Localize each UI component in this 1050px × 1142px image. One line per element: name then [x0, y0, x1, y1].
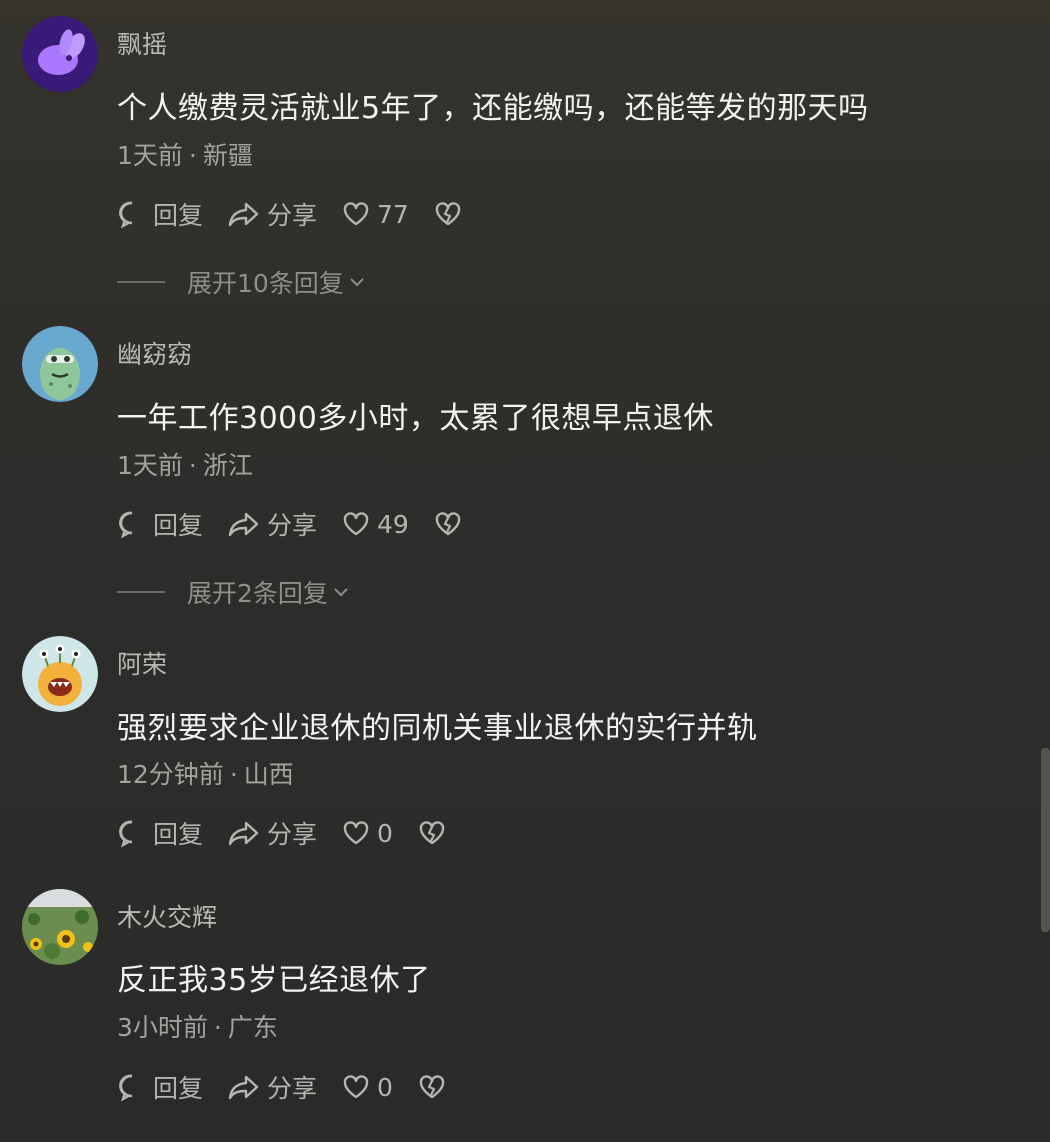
like-button[interactable]: 49	[341, 509, 409, 539]
scrollbar[interactable]	[1041, 748, 1050, 932]
like-button[interactable]: 0	[341, 818, 393, 848]
dislike-button[interactable]	[417, 1072, 453, 1102]
dislike-button[interactable]	[433, 199, 469, 229]
reply-label: 回复	[153, 201, 204, 230]
share-icon	[228, 1075, 259, 1100]
purple-rabbit-avatar-icon	[22, 16, 98, 92]
heart-icon	[343, 512, 369, 536]
comment-text: 强烈要求企业退休的同机关事业退休的实行并轨	[117, 711, 758, 746]
comment-meta: 3小时前 · 广东	[117, 1008, 278, 1044]
username[interactable]: 飘摇	[117, 25, 167, 61]
username[interactable]: 木火交辉	[117, 898, 217, 934]
comment-text: 一年工作3000多小时，太累了很想早点退休	[117, 401, 714, 436]
heart-icon	[343, 821, 369, 845]
like-count: 0	[377, 1072, 393, 1102]
share-icon	[228, 512, 259, 537]
like-count: 77	[377, 199, 409, 229]
share-label: 分享	[267, 1074, 318, 1103]
reply-button[interactable]: 回复	[117, 506, 203, 542]
reply-icon	[119, 201, 133, 229]
comment-actions: 回复 分享 0	[117, 816, 477, 850]
reply-button[interactable]: 回复	[117, 815, 203, 851]
comment-text: 反正我35岁已经退休了	[117, 963, 431, 998]
heart-icon	[343, 202, 369, 226]
reply-button[interactable]: 回复	[117, 1069, 203, 1105]
share-label: 分享	[267, 820, 318, 849]
broken-heart-icon	[419, 821, 445, 845]
avatar[interactable]	[22, 889, 98, 965]
like-count: 49	[377, 509, 409, 539]
broken-heart-icon	[435, 512, 461, 536]
like-button[interactable]: 77	[341, 199, 409, 229]
location: 浙江	[202, 451, 253, 480]
divider	[117, 281, 165, 283]
share-icon	[228, 821, 259, 846]
reply-label: 回复	[153, 1074, 204, 1103]
dislike-button[interactable]	[433, 509, 469, 539]
avatar[interactable]	[22, 326, 98, 402]
chevron-down-icon	[334, 588, 348, 597]
meta-separator: ·	[213, 1013, 222, 1042]
timestamp: 1天前	[117, 451, 183, 480]
timestamp: 3小时前	[117, 1013, 208, 1042]
expand-replies-button[interactable]: 展开10条回复	[117, 264, 366, 300]
comment-text: 个人缴费灵活就业5年了，还能缴吗，还能等发的那天吗	[117, 91, 869, 126]
dislike-button[interactable]	[417, 818, 453, 848]
timestamp: 1天前	[117, 141, 183, 170]
reply-label: 回复	[153, 511, 204, 540]
meta-separator: ·	[229, 760, 238, 789]
share-icon	[228, 202, 259, 227]
green-cartoon-avatar-icon	[22, 326, 98, 402]
share-label: 分享	[267, 511, 318, 540]
meta-separator: ·	[188, 141, 197, 170]
like-count: 0	[377, 818, 393, 848]
meta-separator: ·	[188, 451, 197, 480]
location: 山西	[243, 760, 294, 789]
comment-meta: 1天前 · 浙江	[117, 446, 253, 482]
location: 广东	[227, 1013, 278, 1042]
broken-heart-icon	[435, 202, 461, 226]
comment-actions: 回复 分享 77	[117, 197, 493, 231]
comment-actions: 回复 分享 49	[117, 507, 493, 541]
share-button[interactable]: 分享	[227, 1069, 317, 1105]
expand-replies-label: 展开10条回复	[187, 269, 344, 298]
comment-actions: 回复 分享 0	[117, 1070, 477, 1104]
like-button[interactable]: 0	[341, 1072, 393, 1102]
comment-meta: 12分钟前 · 山西	[117, 755, 294, 791]
share-button[interactable]: 分享	[227, 196, 317, 232]
share-button[interactable]: 分享	[227, 506, 317, 542]
expand-replies-label: 展开2条回复	[187, 579, 328, 608]
avatar[interactable]	[22, 636, 98, 712]
broken-heart-icon	[419, 1075, 445, 1099]
username[interactable]: 幽窈窈	[117, 335, 192, 371]
divider	[117, 591, 165, 593]
comment-meta: 1天前 · 新疆	[117, 136, 253, 172]
share-label: 分享	[267, 201, 318, 230]
share-button[interactable]: 分享	[227, 815, 317, 851]
username[interactable]: 阿荣	[117, 645, 167, 681]
reply-label: 回复	[153, 820, 204, 849]
avatar[interactable]	[22, 16, 98, 92]
reply-icon	[119, 820, 133, 848]
yellow-monster-avatar-icon	[22, 636, 98, 712]
heart-icon	[343, 1075, 369, 1099]
expand-replies-button[interactable]: 展开2条回复	[117, 574, 350, 610]
reply-icon	[119, 511, 133, 539]
timestamp: 12分钟前	[117, 760, 224, 789]
chevron-down-icon	[350, 278, 364, 287]
location: 新疆	[202, 141, 253, 170]
sunflower-field-avatar-icon	[22, 889, 98, 965]
reply-icon	[119, 1074, 133, 1102]
reply-button[interactable]: 回复	[117, 196, 203, 232]
